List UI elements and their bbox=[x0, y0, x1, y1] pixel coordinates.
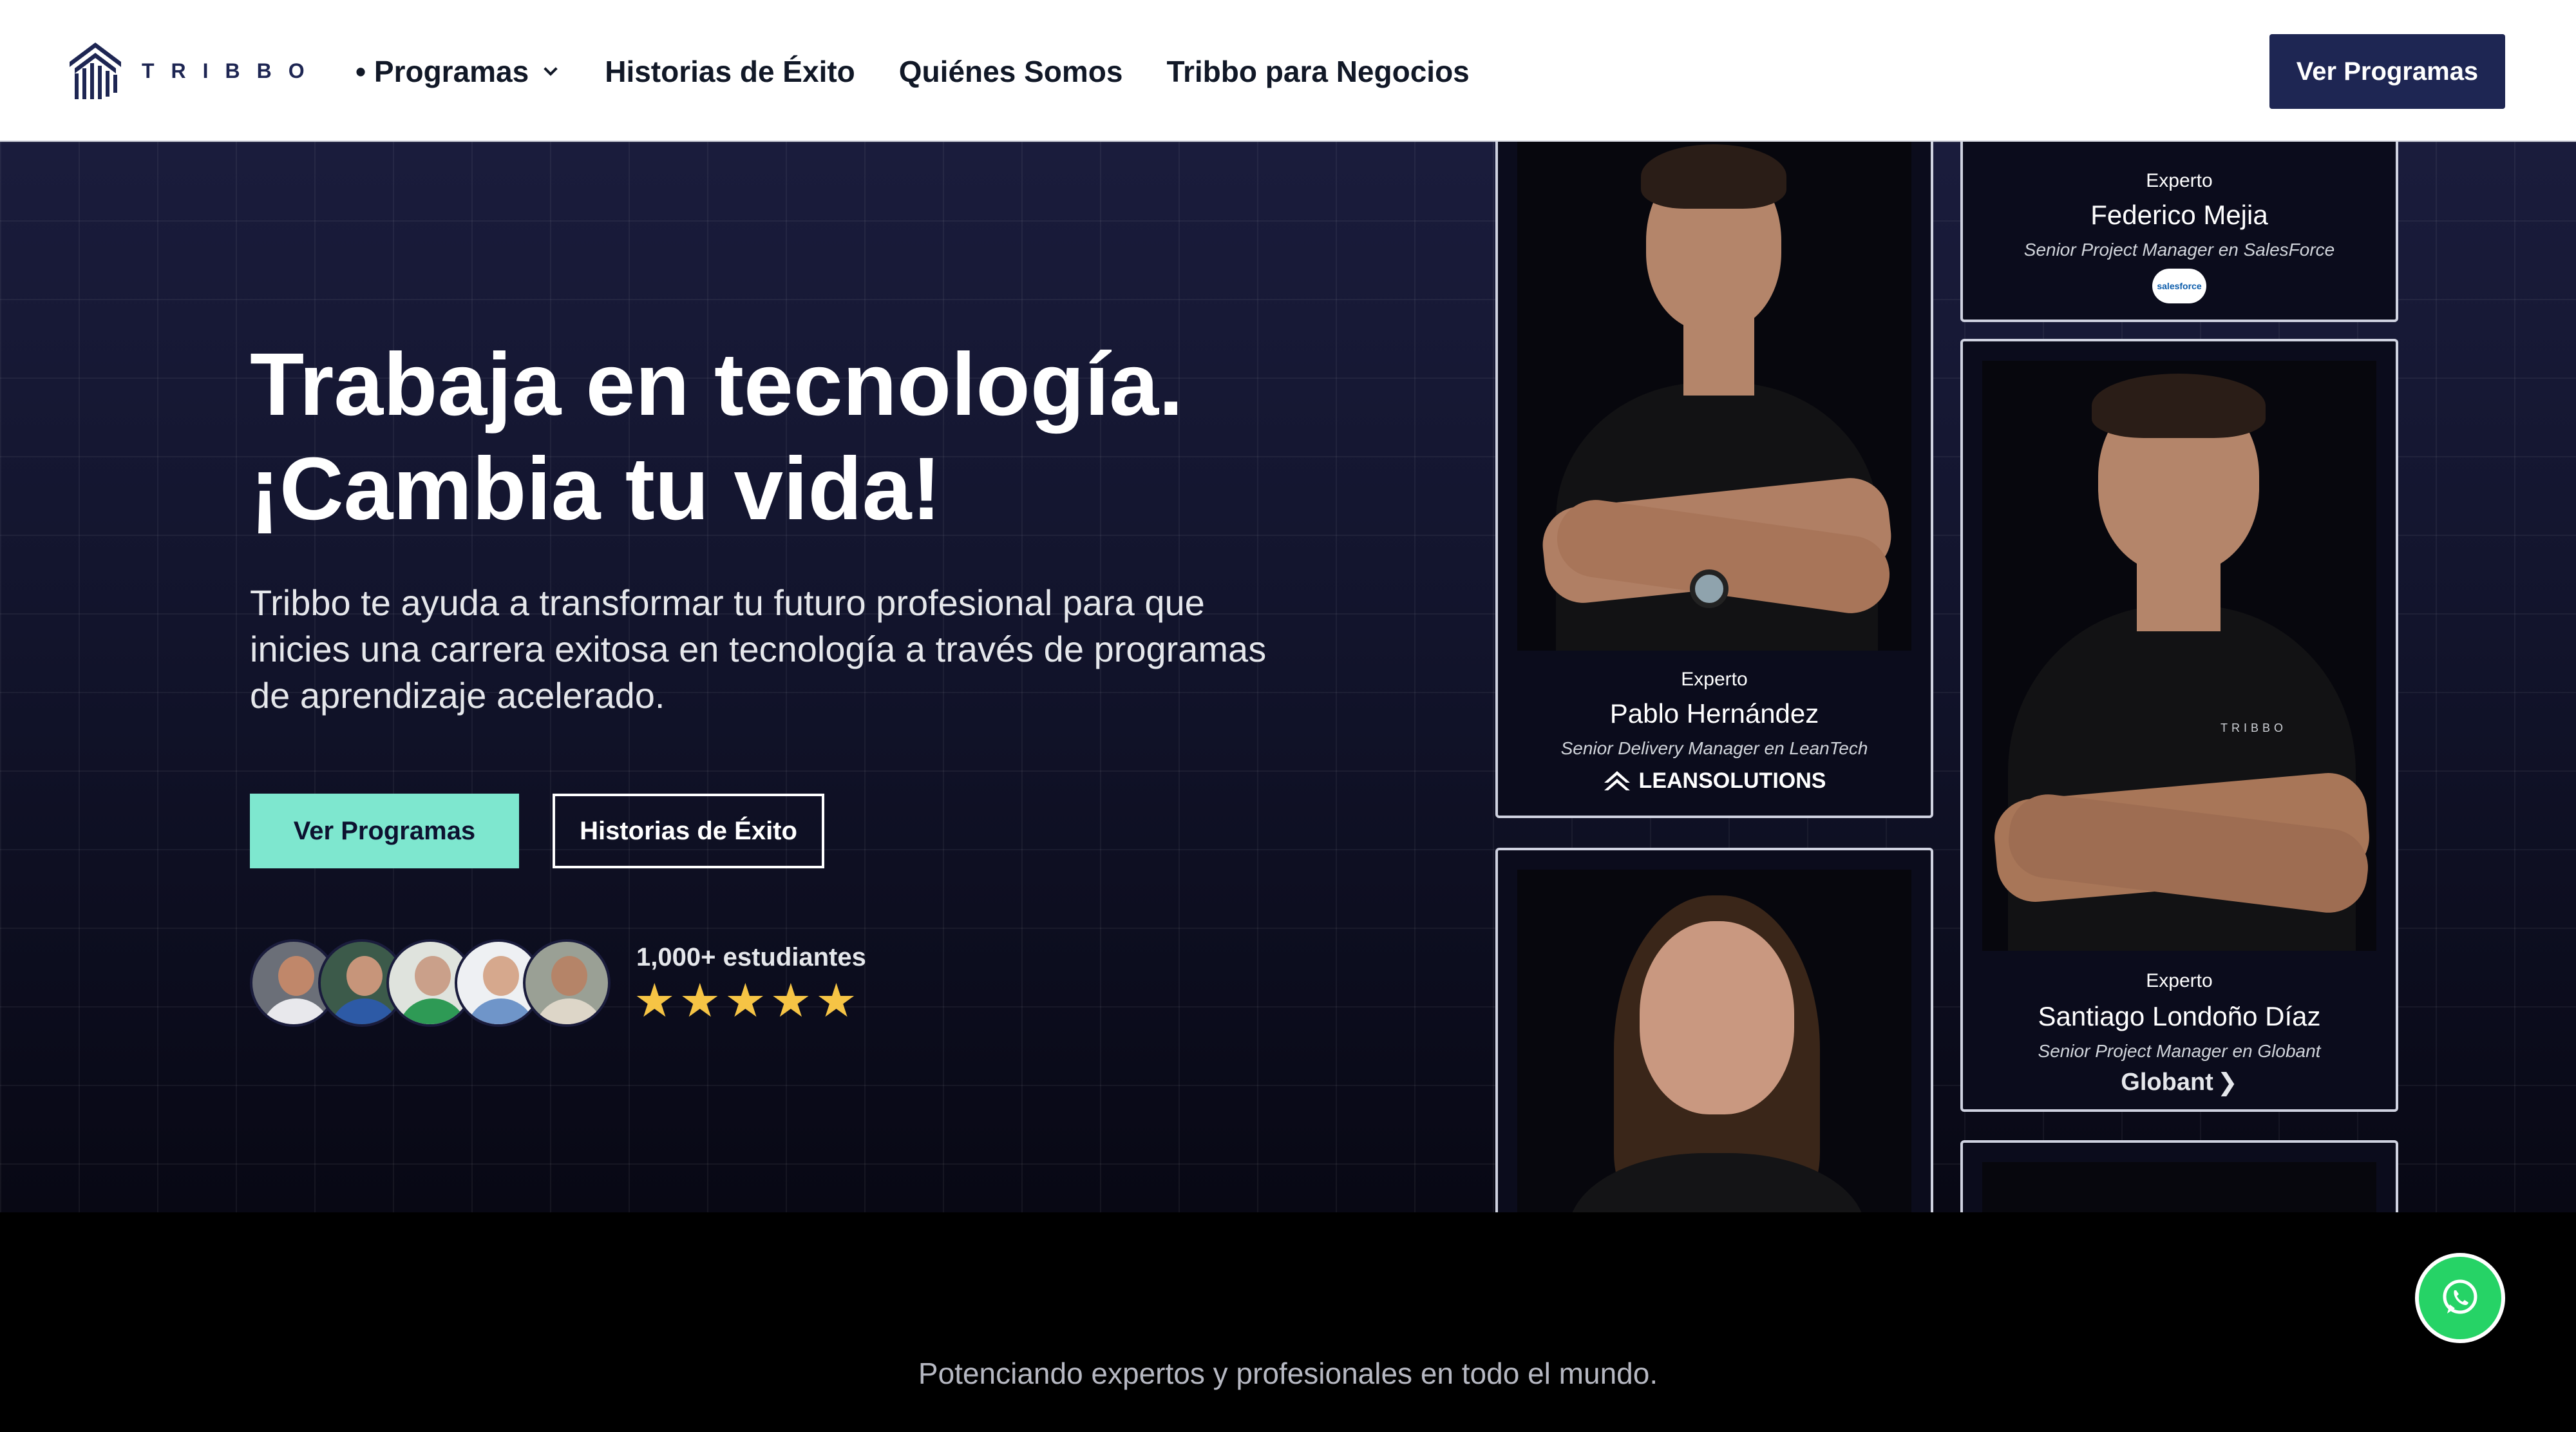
main-menu: • Programas Historias de Éxito Quiénes S… bbox=[355, 50, 1513, 93]
tribbo-logo[interactable]: TRIBBO bbox=[67, 40, 321, 102]
whatsapp-button[interactable] bbox=[2415, 1253, 2505, 1343]
avatar bbox=[523, 939, 611, 1027]
expert-photo: TRIBBO bbox=[1982, 361, 2376, 951]
expert-label: Experto bbox=[1681, 669, 1748, 690]
hero-title: Trabaja en tecnología. ¡Cambia tu vida! bbox=[250, 332, 1473, 541]
nav-ver-programas-button[interactable]: Ver Programas bbox=[2269, 34, 2505, 109]
expert-role: Senior Delivery Manager en LeanTech bbox=[1560, 738, 1868, 758]
hero-subtitle: Tribbo te ayuda a transformar tu futuro … bbox=[250, 582, 1267, 716]
tagline: Potenciando expertos y profesionales en … bbox=[918, 1357, 1658, 1390]
whatsapp-icon bbox=[2443, 1279, 2477, 1314]
star-icon: ★ bbox=[724, 975, 766, 1027]
nav-quienes-somos[interactable]: Quiénes Somos bbox=[899, 54, 1123, 89]
leansolutions-mark-icon bbox=[1604, 771, 1630, 790]
nav-historias[interactable]: Historias de Éxito bbox=[605, 54, 855, 89]
expert-photo bbox=[1517, 870, 1911, 1212]
expert-photo bbox=[1982, 1162, 2376, 1212]
leansolutions-logo: LEANSOLUTIONS bbox=[1498, 764, 1931, 797]
expert-name: Federico Mejia bbox=[2090, 200, 2268, 230]
brand-name: TRIBBO bbox=[142, 59, 321, 82]
expert-role: Senior Project Manager en SalesForce bbox=[2023, 240, 2335, 260]
expert-card-federico[interactable]: Experto Federico Mejia Senior Project Ma… bbox=[1960, 142, 2398, 322]
star-icon: ★ bbox=[770, 975, 812, 1027]
expert-card-pablo[interactable]: Experto Pablo Hernández Senior Delivery … bbox=[1495, 142, 1933, 818]
top-navbar: TRIBBO • Programas Historias de Éxito Qu… bbox=[0, 0, 2576, 142]
expert-name: Santiago Londoño Díaz bbox=[2038, 1001, 2321, 1031]
expert-card-next[interactable] bbox=[1960, 1140, 2398, 1212]
hero-title-line1: Trabaja en tecnología. bbox=[250, 335, 1184, 434]
star-icon: ★ bbox=[679, 975, 721, 1027]
expert-photo bbox=[1517, 142, 1911, 651]
expert-role: Senior Project Manager en Globant bbox=[2038, 1041, 2321, 1061]
hero-section: Trabaja en tecnología. ¡Cambia tu vida! … bbox=[0, 142, 2576, 1212]
students-count: 1,000+ estudiantes bbox=[636, 943, 866, 971]
expert-name: Pablo Hernández bbox=[1609, 698, 1819, 729]
expert-card-woman[interactable] bbox=[1495, 848, 1933, 1212]
chevron-down-icon bbox=[544, 67, 558, 76]
expert-label: Experto bbox=[2146, 170, 2213, 191]
salesforce-logo: salesforce bbox=[1963, 268, 2396, 304]
student-avatars bbox=[250, 939, 611, 1027]
star-icon: ★ bbox=[634, 975, 676, 1027]
historias-exito-button[interactable]: Historias de Éxito bbox=[553, 794, 824, 868]
rating-stars: ★ ★ ★ ★ ★ bbox=[634, 978, 861, 1024]
star-icon: ★ bbox=[815, 975, 857, 1027]
expert-label: Experto bbox=[2146, 970, 2213, 991]
tribbo-logo-icon bbox=[70, 43, 121, 99]
hero-title-line2: ¡Cambia tu vida! bbox=[250, 439, 942, 539]
ver-programas-button[interactable]: Ver Programas bbox=[250, 794, 519, 868]
nav-programas[interactable]: • Programas bbox=[355, 54, 561, 89]
nav-negocios[interactable]: Tribbo para Negocios bbox=[1166, 54, 1469, 89]
expert-card-santiago[interactable]: TRIBBO Experto Santiago Londoño Díaz Sen… bbox=[1960, 339, 2398, 1112]
nav-programas-label: • Programas bbox=[355, 55, 529, 88]
globant-logo: Globant ❯ bbox=[2121, 1068, 2238, 1096]
